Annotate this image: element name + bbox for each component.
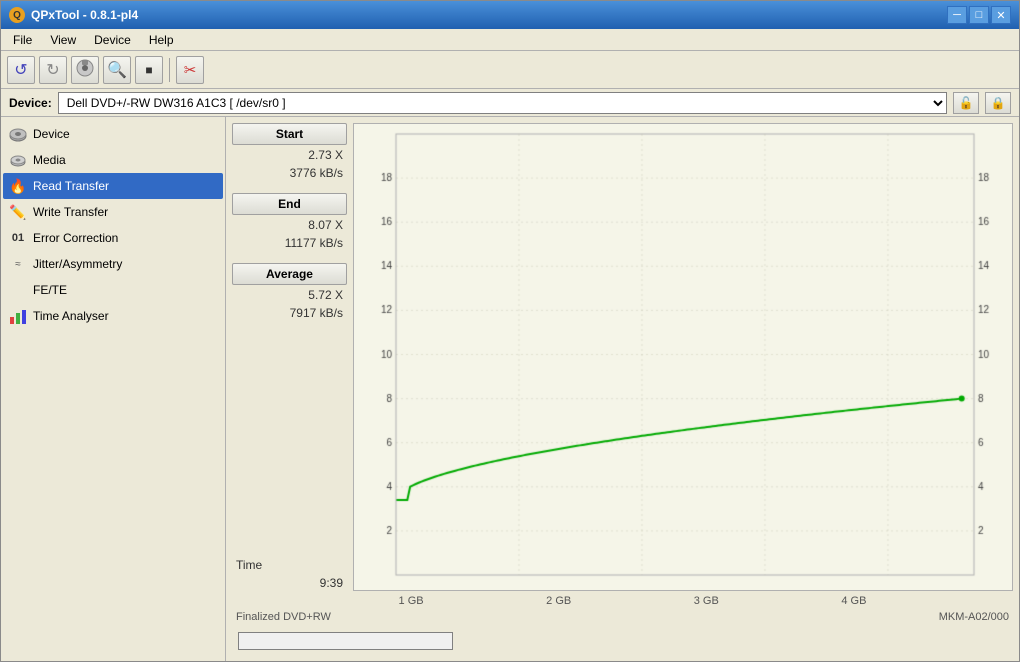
start-rate-value: 3776 kB/s [232,165,347,181]
title-bar: Q QPxTool - 0.8.1-pl4 ─ □ ✕ [1,1,1019,29]
sidebar-label-write-transfer: Write Transfer [33,205,108,219]
app-icon: Q [9,7,25,23]
start-button[interactable]: Start [232,123,347,145]
time-analyser-icon [9,307,27,325]
sidebar-label-error-correction: Error Correction [33,231,118,245]
jitter-icon: ≈ [9,255,27,273]
sidebar-item-write-transfer[interactable]: ✏️ Write Transfer [3,199,223,225]
sidebar-label-fete: FE/TE [33,283,67,297]
sidebar-label-read-transfer: Read Transfer [33,179,109,193]
device-icon [9,125,27,143]
progress-bar [238,632,453,650]
footer-right: MKM-A02/000 [939,611,1009,623]
footer-left: Finalized DVD+RW [236,611,331,623]
device-select[interactable]: Dell DVD+/-RW DW316 A1C3 [ /dev/sr0 ] [58,92,947,114]
title-controls: ─ □ ✕ [947,6,1011,24]
menu-file[interactable]: File [5,31,40,49]
x-label-empty [236,595,276,607]
toolbar-settings-btn[interactable]: ✂ [176,56,204,84]
spacer2 [232,253,347,261]
toolbar: ↺ ↻ 🔍 ■ ✂ [1,51,1019,89]
time-label: Time [232,557,347,573]
chart-canvas [354,124,1012,590]
device-unlock-btn[interactable]: 🔓 [953,92,979,114]
spacer3 [232,323,347,551]
menu-view[interactable]: View [42,31,84,49]
x-label-1gb: 1 GB [399,595,424,607]
sidebar-item-media[interactable]: Media [3,147,223,173]
x-label-3gb: 3 GB [694,595,719,607]
sidebar-item-jitter[interactable]: ≈ Jitter/Asymmetry [3,251,223,277]
sidebar: Device Media 🔥 Read Transfer ✏️ Write [1,117,226,661]
sidebar-label-media: Media [33,153,66,167]
sidebar-item-read-transfer[interactable]: 🔥 Read Transfer [3,173,223,199]
device-bar: Device: Dell DVD+/-RW DW316 A1C3 [ /dev/… [1,89,1019,117]
fete-icon [9,281,27,299]
open-icon [76,59,94,80]
time-value: 9:39 [232,575,347,591]
sidebar-item-fete[interactable]: FE/TE [3,277,223,303]
device-label: Device: [9,96,52,110]
end-speed-value: 8.07 X [232,217,347,233]
sidebar-item-error-correction[interactable]: 01 Error Correction [3,225,223,251]
sidebar-item-time-analyser[interactable]: Time Analyser [3,303,223,329]
eject-icon: 🔒 [991,96,1006,110]
settings-icon: ✂ [184,61,197,79]
toolbar-refresh-btn[interactable]: ↺ [7,56,35,84]
toolbar-open-btn[interactable] [71,56,99,84]
menu-bar: File View Device Help [1,29,1019,51]
sidebar-item-device[interactable]: Device [3,121,223,147]
title-bar-left: Q QPxTool - 0.8.1-pl4 [9,7,138,23]
minimize-button[interactable]: ─ [947,6,967,24]
media-icon [9,151,27,169]
sidebar-label-time-analyser: Time Analyser [33,309,109,323]
menu-help[interactable]: Help [141,31,182,49]
maximize-button[interactable]: □ [969,6,989,24]
spacer1 [232,183,347,191]
device-eject-btn[interactable]: 🔒 [985,92,1011,114]
window-title: QPxTool - 0.8.1-pl4 [31,8,138,22]
chart-area [353,123,1013,591]
close-button[interactable]: ✕ [991,6,1011,24]
x-label-2gb: 2 GB [546,595,571,607]
menu-device[interactable]: Device [86,31,139,49]
sidebar-label-jitter: Jitter/Asymmetry [33,257,122,271]
toolbar-zoom-btn[interactable]: 🔍 [103,56,131,84]
error-correction-icon: 01 [9,229,27,247]
bottom-bar [232,627,1013,655]
avg-rate-value: 7917 kB/s [232,305,347,321]
end-button[interactable]: End [232,193,347,215]
write-transfer-icon: ✏️ [9,203,27,221]
stop-icon: ■ [145,63,152,77]
chart-footer: Finalized DVD+RW MKM-A02/000 [232,611,1013,623]
start-speed-value: 2.73 X [232,147,347,163]
x-label-4gb: 4 GB [841,595,866,607]
toolbar-refresh2-btn[interactable]: ↻ [39,56,67,84]
x-label-pad [989,595,1009,607]
main-content: Device Media 🔥 Read Transfer ✏️ Write [1,117,1019,661]
stats-and-chart: Start 2.73 X 3776 kB/s End 8.07 X 11177 … [232,123,1013,591]
refresh-icon: ↺ [14,60,27,80]
lock-icon: 🔓 [959,96,974,110]
toolbar-stop-btn[interactable]: ■ [135,56,163,84]
avg-speed-value: 5.72 X [232,287,347,303]
stats-panel: Start 2.73 X 3776 kB/s End 8.07 X 11177 … [232,123,347,591]
sidebar-label-device: Device [33,127,70,141]
end-rate-value: 11177 kB/s [232,235,347,251]
chart-x-labels: 1 GB 2 GB 3 GB 4 GB [232,595,1013,607]
right-panel: Start 2.73 X 3776 kB/s End 8.07 X 11177 … [226,117,1019,661]
average-button[interactable]: Average [232,263,347,285]
main-window: Q QPxTool - 0.8.1-pl4 ─ □ ✕ File View De… [0,0,1020,662]
read-transfer-icon: 🔥 [9,177,27,195]
refresh2-icon: ↻ [46,60,59,80]
zoom-icon: 🔍 [107,60,127,80]
toolbar-separator [169,58,170,82]
